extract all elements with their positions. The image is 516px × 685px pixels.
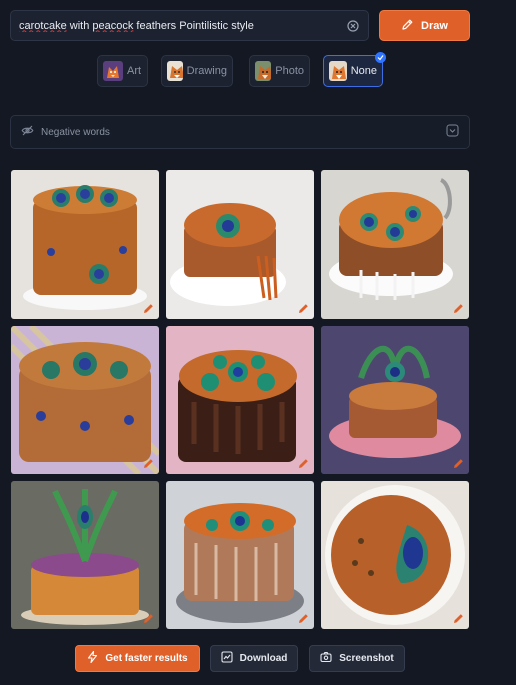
pencil-icon <box>401 18 414 34</box>
style-option-label: Drawing <box>186 65 227 77</box>
get-faster-results-label: Get faster results <box>105 653 188 664</box>
result-image-6[interactable] <box>321 326 469 474</box>
edit-pencil-icon[interactable] <box>297 612 310 625</box>
negative-words-input[interactable]: Negative words <box>10 115 470 149</box>
result-image-9[interactable] <box>321 481 469 629</box>
result-image-1[interactable] <box>11 170 159 319</box>
prompt-word-misspelled: carotcake <box>19 19 67 32</box>
result-image-8[interactable] <box>166 481 314 629</box>
edit-pencil-icon[interactable] <box>142 302 155 315</box>
negative-words-placeholder: Negative words <box>41 126 110 138</box>
edit-pencil-icon[interactable] <box>297 457 310 470</box>
edit-pencil-icon[interactable] <box>452 612 465 625</box>
style-option-none[interactable]: None <box>323 52 386 87</box>
download-label: Download <box>239 653 288 664</box>
prompt-input[interactable]: carotcake with peacock feathers Pointili… <box>10 10 369 41</box>
none-thumbnail-icon <box>329 61 347 81</box>
result-image-5[interactable] <box>166 326 314 474</box>
edit-pencil-icon[interactable] <box>297 302 310 315</box>
result-image-7[interactable] <box>11 481 159 629</box>
download-icon <box>221 651 233 666</box>
prompt-text[interactable]: carotcake with peacock feathers Pointili… <box>19 20 346 32</box>
chevron-down-icon[interactable] <box>446 124 459 140</box>
result-image-4[interactable] <box>11 326 159 474</box>
style-option-drawing[interactable]: Drawing <box>161 55 233 87</box>
check-icon <box>375 52 386 63</box>
draw-button-label: Draw <box>421 19 448 32</box>
prompt-word: with <box>66 19 93 32</box>
eye-off-icon <box>21 124 34 140</box>
edit-pencil-icon[interactable] <box>142 612 155 625</box>
edit-pencil-icon[interactable] <box>142 457 155 470</box>
prompt-word: feathers Pointilistic style <box>133 19 254 32</box>
edit-pencil-icon[interactable] <box>452 302 465 315</box>
style-option-art[interactable]: Art <box>97 55 148 87</box>
style-option-label: Photo <box>275 65 304 77</box>
result-image-3[interactable] <box>321 170 469 319</box>
clear-icon[interactable] <box>346 19 360 33</box>
app-root: carotcake with peacock feathers Pointili… <box>0 0 516 685</box>
photo-thumbnail-icon <box>255 61 272 81</box>
style-option-label: None <box>350 65 377 77</box>
screenshot-button[interactable]: Screenshot <box>309 645 405 672</box>
art-thumbnail-icon <box>103 61 123 81</box>
draw-button[interactable]: Draw <box>379 10 470 41</box>
drawing-thumbnail-icon <box>167 61 183 81</box>
download-button[interactable]: Download <box>210 645 298 672</box>
camera-icon <box>320 651 332 666</box>
prompt-word-misspelled: peacock <box>92 19 134 32</box>
style-option-label: Art <box>127 65 142 77</box>
screenshot-label: Screenshot <box>339 653 394 664</box>
edit-pencil-icon[interactable] <box>452 457 465 470</box>
lightning-icon <box>87 650 98 666</box>
result-image-2[interactable] <box>166 170 314 319</box>
style-option-photo[interactable]: Photo <box>249 55 310 87</box>
get-faster-results-button[interactable]: Get faster results <box>75 645 200 672</box>
